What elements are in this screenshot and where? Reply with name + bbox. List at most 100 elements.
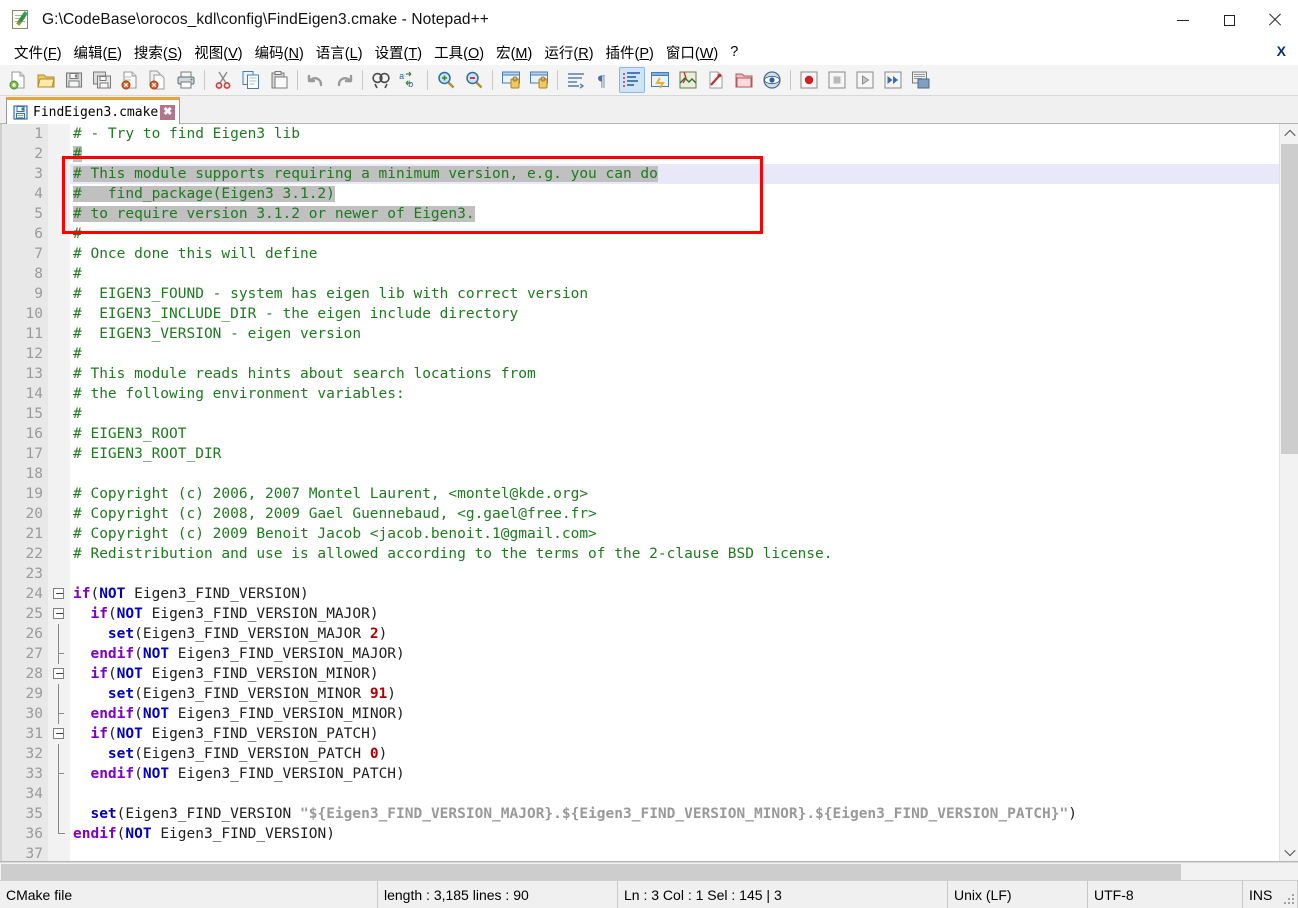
code-text[interactable]: # Copyright (c) 2006, 2007 Montel Lauren… [70, 484, 1279, 504]
print-icon[interactable] [173, 67, 199, 93]
vertical-scrollbar[interactable] [1279, 124, 1298, 861]
sync-horizontal-scroll-icon[interactable] [526, 67, 552, 93]
fold-margin[interactable] [48, 304, 70, 324]
code-text[interactable]: set(Eigen3_FIND_VERSION "${Eigen3_FIND_V… [70, 804, 1279, 824]
code-line[interactable]: 20# Copyright (c) 2008, 2009 Gael Guenne… [0, 504, 1279, 524]
code-text[interactable] [70, 844, 1279, 861]
code-line[interactable]: 27 endif(NOT Eigen3_FIND_VERSION_MAJOR) [0, 644, 1279, 664]
fold-margin[interactable] [48, 324, 70, 344]
folder-as-workspace-icon[interactable] [731, 67, 757, 93]
code-text[interactable]: if(NOT Eigen3_FIND_VERSION_PATCH) [70, 724, 1279, 744]
playback-macro-icon[interactable] [852, 67, 878, 93]
fold-margin[interactable] [48, 144, 70, 164]
code-text[interactable]: if(NOT Eigen3_FIND_VERSION_MINOR) [70, 664, 1279, 684]
code-line[interactable]: 13# This module reads hints about search… [0, 364, 1279, 384]
code-text[interactable]: # [70, 344, 1279, 364]
close-all-files-icon[interactable] [145, 67, 171, 93]
code-line[interactable]: 14# the following environment variables: [0, 384, 1279, 404]
horizontal-scrollbar-thumb[interactable] [1, 864, 1181, 880]
code-line[interactable]: 35 set(Eigen3_FIND_VERSION "${Eigen3_FIN… [0, 804, 1279, 824]
fold-margin[interactable] [48, 364, 70, 384]
fold-margin[interactable] [48, 484, 70, 504]
code-line[interactable]: 4# find_package(Eigen3 3.1.2) [0, 184, 1279, 204]
code-text[interactable]: endif(NOT Eigen3_FIND_VERSION_MINOR) [70, 704, 1279, 724]
code-line[interactable]: 12# [0, 344, 1279, 364]
fold-margin[interactable] [48, 784, 70, 804]
close-window-button[interactable] [1252, 0, 1298, 40]
monitoring-icon[interactable] [759, 67, 785, 93]
code-line[interactable]: 19# Copyright (c) 2006, 2007 Montel Laur… [0, 484, 1279, 504]
code-text[interactable]: set(Eigen3_FIND_VERSION_MAJOR 2) [70, 624, 1279, 644]
menu-search[interactable]: 搜索(S) [128, 40, 188, 66]
fold-margin[interactable] [48, 764, 70, 784]
code-text[interactable]: # EIGEN3_ROOT [70, 424, 1279, 444]
run-macro-multiple-icon[interactable] [880, 67, 906, 93]
code-line[interactable]: 33 endif(NOT Eigen3_FIND_VERSION_PATCH) [0, 764, 1279, 784]
code-text[interactable]: endif(NOT Eigen3_FIND_VERSION_PATCH) [70, 764, 1279, 784]
menu-tools[interactable]: 工具(O) [428, 40, 490, 66]
fold-margin[interactable] [48, 564, 70, 584]
menu-view[interactable]: 视图(V) [188, 40, 248, 66]
fold-margin[interactable] [48, 464, 70, 484]
scroll-up-arrow-icon[interactable] [1280, 124, 1298, 143]
horizontal-scrollbar[interactable] [0, 862, 1298, 880]
code-text[interactable]: # EIGEN3_ROOT_DIR [70, 444, 1279, 464]
menu-edit[interactable]: 编辑(E) [68, 40, 128, 66]
undo-icon[interactable] [303, 67, 329, 93]
code-line[interactable]: 8# [0, 264, 1279, 284]
fold-margin[interactable] [48, 204, 70, 224]
fold-margin[interactable] [48, 844, 70, 861]
code-text[interactable]: # Redistribution and use is allowed acco… [70, 544, 1279, 564]
new-file-icon[interactable] [5, 67, 31, 93]
code-line[interactable]: 22# Redistribution and use is allowed ac… [0, 544, 1279, 564]
code-line[interactable]: 34 [0, 784, 1279, 804]
maximize-button[interactable] [1206, 0, 1252, 40]
code-text[interactable]: # [70, 264, 1279, 284]
fold-margin[interactable] [48, 424, 70, 444]
fold-margin[interactable] [48, 584, 70, 604]
menu-file[interactable]: 文件(F) [8, 40, 68, 66]
menu-macro[interactable]: 宏(M) [490, 40, 538, 66]
fold-margin[interactable] [48, 684, 70, 704]
fold-margin[interactable] [48, 524, 70, 544]
code-text[interactable]: # EIGEN3_VERSION - eigen version [70, 324, 1279, 344]
code-text[interactable]: # EIGEN3_INCLUDE_DIR - the eigen include… [70, 304, 1279, 324]
fold-margin[interactable] [48, 624, 70, 644]
fold-margin[interactable] [48, 744, 70, 764]
vertical-scrollbar-thumb[interactable] [1281, 144, 1298, 454]
code-line[interactable]: 16# EIGEN3_ROOT [0, 424, 1279, 444]
code-text[interactable]: # Copyright (c) 2008, 2009 Gael Guenneba… [70, 504, 1279, 524]
code-line[interactable]: 21# Copyright (c) 2009 Benoit Jacob <jac… [0, 524, 1279, 544]
code-line[interactable]: 3# This module supports requiring a mini… [0, 164, 1279, 184]
replace-icon[interactable]: ab [396, 67, 422, 93]
code-text[interactable]: # - Try to find Eigen3 lib [70, 124, 1279, 144]
code-text[interactable]: if(NOT Eigen3_FIND_VERSION) [70, 584, 1279, 604]
zoom-in-icon[interactable] [433, 67, 459, 93]
code-text[interactable]: endif(NOT Eigen3_FIND_VERSION_MAJOR) [70, 644, 1279, 664]
code-line[interactable]: 9# EIGEN3_FOUND - system has eigen lib w… [0, 284, 1279, 304]
code-text[interactable]: # to require version 3.1.2 or newer of E… [70, 204, 1279, 224]
function-list-icon[interactable] [703, 67, 729, 93]
save-all-icon[interactable] [89, 67, 115, 93]
fold-margin[interactable] [48, 724, 70, 744]
code-line[interactable]: 23 [0, 564, 1279, 584]
fold-margin[interactable] [48, 164, 70, 184]
fold-margin[interactable] [48, 124, 70, 144]
menu-plugins[interactable]: 插件(P) [600, 40, 660, 66]
code-line[interactable]: 17# EIGEN3_ROOT_DIR [0, 444, 1279, 464]
code-text[interactable] [70, 784, 1279, 804]
fold-margin[interactable] [48, 504, 70, 524]
menu-window[interactable]: 窗口(W) [660, 40, 724, 66]
code-line[interactable]: 26 set(Eigen3_FIND_VERSION_MAJOR 2) [0, 624, 1279, 644]
code-line[interactable]: 18 [0, 464, 1279, 484]
code-text[interactable]: # Once done this will define [70, 244, 1279, 264]
code-line[interactable]: 32 set(Eigen3_FIND_VERSION_PATCH 0) [0, 744, 1279, 764]
code-line[interactable]: 29 set(Eigen3_FIND_VERSION_MINOR 91) [0, 684, 1279, 704]
code-text[interactable]: endif(NOT Eigen3_FIND_VERSION) [70, 824, 1279, 844]
code-line[interactable]: 31 if(NOT Eigen3_FIND_VERSION_PATCH) [0, 724, 1279, 744]
code-text[interactable]: # This module supports requiring a minim… [70, 164, 1279, 184]
fold-margin[interactable] [48, 804, 70, 824]
code-text[interactable]: # [70, 224, 1279, 244]
code-text[interactable]: # the following environment variables: [70, 384, 1279, 404]
document-map-icon[interactable] [675, 67, 701, 93]
